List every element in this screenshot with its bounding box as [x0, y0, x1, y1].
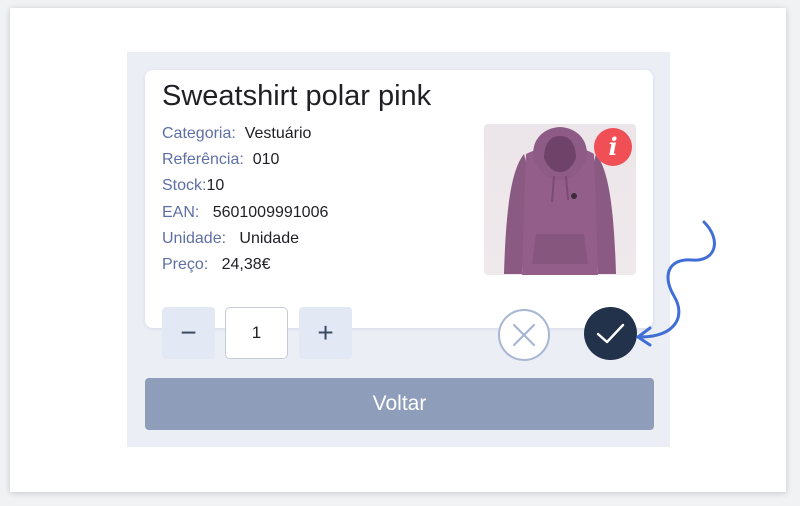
- detail-row-category: Categoria: Vestuário: [162, 124, 328, 150]
- detail-row-unit: Unidade: Unidade: [162, 229, 328, 255]
- detail-value: 010: [252, 151, 280, 169]
- detail-label: Preço:: [162, 255, 209, 273]
- back-button[interactable]: Voltar: [145, 378, 654, 430]
- detail-value: 24,38€: [221, 255, 271, 273]
- checkmark-icon: [596, 323, 625, 344]
- detail-value: Vestuário: [244, 125, 312, 142]
- detail-row-ean: EAN: 5601009991006: [162, 203, 328, 229]
- info-icon-glyph: i: [608, 132, 618, 161]
- close-icon: [512, 323, 536, 347]
- product-details: Categoria: Vestuário Referência: 010 Sto…: [162, 124, 328, 281]
- decrease-quantity-button[interactable]: −: [162, 307, 215, 359]
- detail-row-price: Preço: 24,38€: [162, 255, 328, 281]
- detail-value: Unidade: [239, 229, 299, 247]
- quantity-input[interactable]: [225, 307, 288, 359]
- detail-label: Categoria:: [162, 125, 236, 142]
- detail-value: 10: [206, 177, 225, 195]
- increase-quantity-button[interactable]: +: [299, 307, 352, 359]
- detail-label: EAN:: [162, 203, 200, 221]
- confirm-button[interactable]: [584, 307, 637, 360]
- detail-label: Referência:: [162, 151, 244, 169]
- detail-row-stock: Stock:10: [162, 176, 328, 202]
- detail-row-reference: Referência: 010: [162, 150, 328, 176]
- detail-value: 5601009991006: [212, 203, 329, 221]
- info-icon[interactable]: i: [594, 128, 632, 166]
- detail-label: Unidade:: [162, 229, 227, 247]
- cancel-button[interactable]: [498, 309, 550, 361]
- detail-label: Stock:: [162, 177, 207, 195]
- product-title: Sweatshirt polar pink: [162, 80, 432, 112]
